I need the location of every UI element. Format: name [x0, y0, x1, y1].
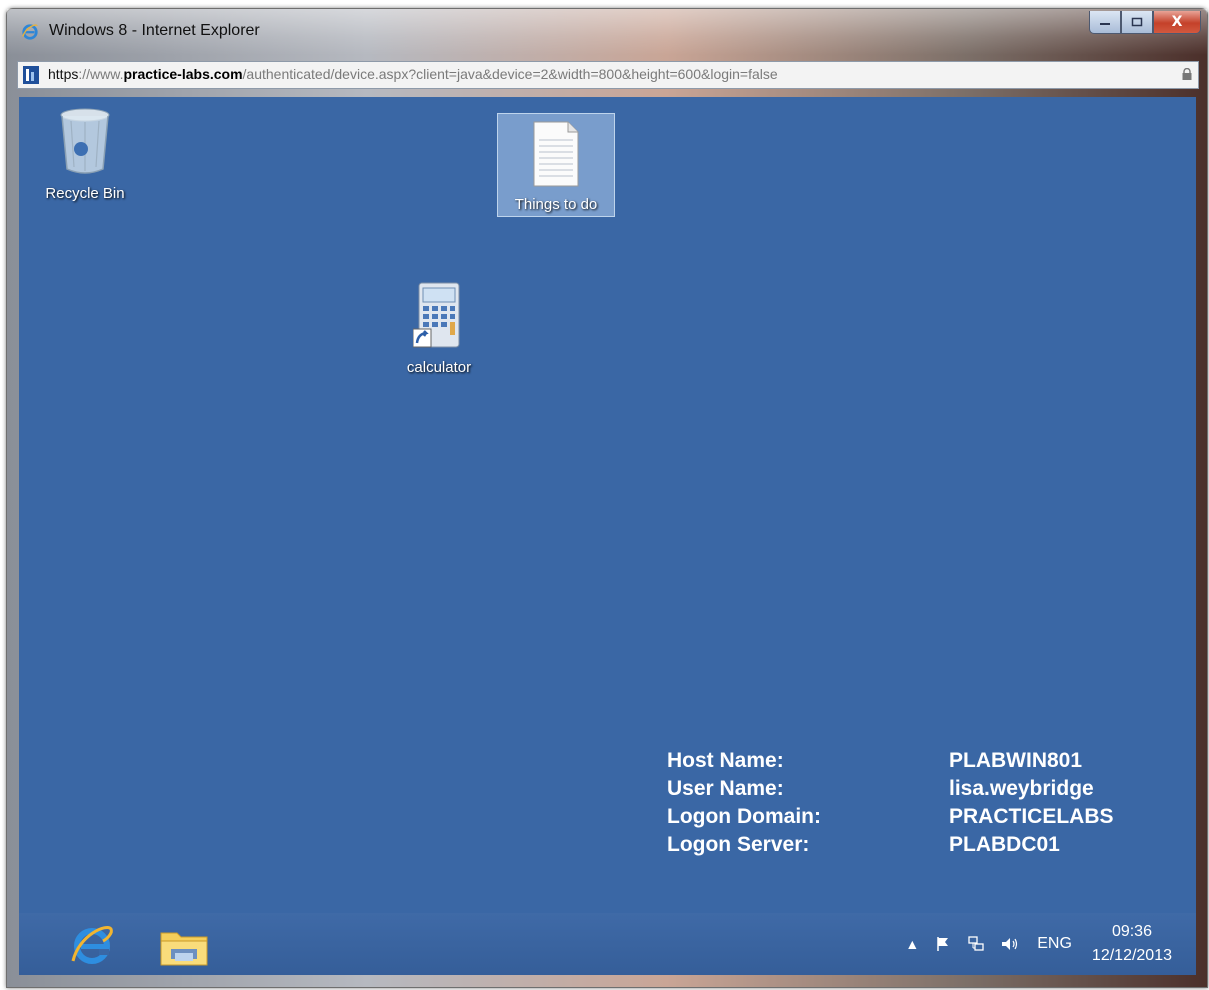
- title-bar[interactable]: Windows 8 - Internet Explorer X: [7, 9, 1207, 55]
- recycle-bin-label: Recycle Bin: [45, 185, 125, 202]
- info-row-user: User Name: lisa.weybridge: [667, 775, 1114, 803]
- calculator-label: calculator: [406, 359, 472, 376]
- text-document-icon: [533, 121, 579, 187]
- maximize-button[interactable]: [1121, 11, 1153, 34]
- clock-date: 12/12/2013: [1091, 947, 1172, 964]
- clock[interactable]: 09:36 12/12/2013: [1092, 920, 1172, 968]
- close-icon: X: [1171, 14, 1183, 30]
- desktop-icon-recycle-bin[interactable]: Recycle Bin: [33, 107, 137, 207]
- info-key: Host Name:: [667, 749, 784, 772]
- volume-icon[interactable]: [1001, 936, 1019, 952]
- url-text: https://www.practice-labs.com/authentica…: [48, 66, 778, 82]
- info-row-server: Logon Server: PLABDC01: [667, 831, 1114, 859]
- info-key: User Name:: [667, 777, 784, 800]
- info-key: Logon Domain:: [667, 805, 821, 828]
- input-language[interactable]: ENG: [1037, 935, 1072, 953]
- minimize-button[interactable]: [1089, 11, 1121, 34]
- info-value: PRACTICELABS: [949, 805, 1114, 828]
- show-hidden-icons-icon[interactable]: ▲: [905, 936, 919, 952]
- system-info-panel: Host Name: PLABWIN801 User Name: lisa.we…: [667, 747, 1114, 859]
- info-key: Logon Server:: [667, 833, 810, 856]
- calculator-icon: [412, 282, 460, 348]
- info-value: PLABWIN801: [949, 749, 1083, 772]
- url-scheme: https: [48, 66, 79, 82]
- site-favicon-icon: [23, 66, 39, 84]
- info-value: PLABDC01: [949, 833, 1060, 856]
- info-row-domain: Logon Domain: PRACTICELABS: [667, 803, 1114, 831]
- url-separator: ://: [78, 66, 91, 82]
- address-bar[interactable]: https://www.practice-labs.com/authentica…: [17, 61, 1199, 89]
- maximize-icon: [1131, 17, 1143, 27]
- system-tray: ▲ ENG 09:36 12/12/2013: [897, 913, 1172, 975]
- close-button[interactable]: X: [1153, 11, 1201, 34]
- desktop-icon-calculator[interactable]: calculator: [389, 281, 489, 381]
- info-value: lisa.weybridge: [949, 777, 1094, 800]
- ie-window: Windows 8 - Internet Explorer X https://…: [6, 8, 1208, 988]
- url-path: /authenticated/device.aspx?client=java&d…: [242, 66, 778, 82]
- window-controls: X: [1089, 11, 1201, 34]
- remote-desktop[interactable]: Recycle Bin Things to do calculator Host…: [19, 97, 1196, 975]
- things-to-do-label: Things to do: [514, 196, 598, 213]
- info-row-host: Host Name: PLABWIN801: [667, 747, 1114, 775]
- network-icon[interactable]: [967, 936, 985, 952]
- clock-time: 09:36: [1111, 923, 1152, 940]
- lock-icon[interactable]: [1182, 68, 1192, 80]
- url-domain: practice-labs.com: [123, 66, 243, 82]
- minimize-icon: [1100, 23, 1110, 25]
- internet-explorer-icon: [22, 24, 38, 40]
- recycle-bin-icon: [60, 108, 110, 174]
- action-center-flag-icon[interactable]: [935, 936, 951, 952]
- file-explorer-icon[interactable]: [159, 927, 209, 967]
- taskbar: ▲ ENG 09:36 12/12/2013: [19, 913, 1196, 975]
- internet-explorer-icon[interactable]: [69, 923, 115, 967]
- window-title: Windows 8 - Internet Explorer: [49, 22, 260, 39]
- url-www: www.: [90, 66, 124, 82]
- desktop-icon-things-to-do[interactable]: Things to do: [497, 113, 615, 217]
